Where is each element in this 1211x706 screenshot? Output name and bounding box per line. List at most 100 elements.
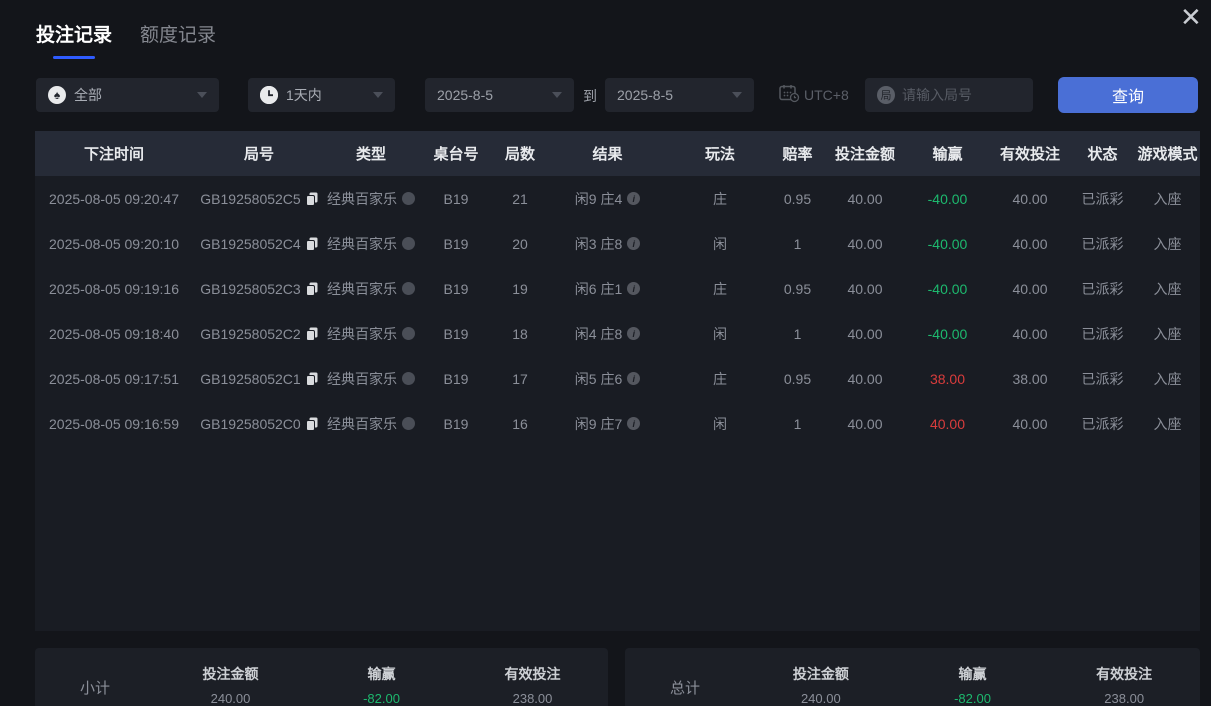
cell-text: 庄	[713, 190, 727, 207]
game-type-dropdown[interactable]: ♠ 全部	[36, 78, 219, 112]
column-header: 桌台号	[433, 146, 479, 163]
copy-icon[interactable]	[305, 372, 318, 386]
cell-round_no: 19	[495, 281, 545, 297]
cell-text: 经典百家乐	[327, 325, 397, 342]
cell-round: GB19258052C2	[193, 326, 325, 342]
summary-item-label: 投注金额	[202, 666, 259, 682]
cell-text: B19	[443, 235, 469, 252]
cell-round_no: 17	[495, 371, 545, 387]
info-icon[interactable]: i	[627, 327, 641, 340]
cell-status: 已派彩	[1070, 324, 1135, 344]
copy-icon[interactable]	[305, 192, 318, 206]
cell-text: GB19258052C0	[200, 415, 301, 432]
cell-time: 2025-08-05 09:19:16	[35, 281, 193, 297]
cell-text: 2025-08-05 09:16:59	[49, 415, 179, 432]
chevron-down-icon	[373, 92, 383, 98]
summary-item-label: 输赢	[958, 666, 987, 682]
cell-text: 40.00	[847, 235, 883, 252]
cell-time: 2025-08-05 09:18:40	[35, 326, 193, 342]
info-icon[interactable]: i	[627, 417, 641, 430]
subtotal-label: 小计	[79, 680, 110, 697]
copy-icon[interactable]	[305, 237, 318, 251]
summary-item-label: 投注金额	[792, 666, 849, 682]
cell-valid_bet: 40.00	[990, 191, 1070, 207]
info-icon[interactable]: i	[627, 237, 641, 250]
subtotal-panel: 小计 投注金额 240.00 输赢 -82.00 有效投注 238.00	[35, 648, 608, 706]
cell-play: 闲	[670, 414, 770, 434]
cell-text: 闲5 庄6	[574, 370, 623, 387]
cell-bet: 40.00	[825, 416, 905, 432]
cell-time: 2025-08-05 09:16:59	[35, 416, 193, 432]
cell-valid_bet: 40.00	[990, 326, 1070, 342]
cell-time: 2025-08-05 09:17:51	[35, 371, 193, 387]
copy-icon[interactable]	[305, 282, 318, 296]
cell-text: 40.00	[847, 415, 883, 432]
cell-text: 38.00	[1012, 370, 1048, 387]
calendar-clock-icon	[779, 84, 800, 106]
info-icon[interactable]: i	[627, 192, 641, 205]
summary-item: 投注金额 240.00	[155, 664, 306, 706]
cell-win_loss: -40.00	[905, 191, 990, 207]
cell-play: 庄	[670, 189, 770, 209]
cell-text: 经典百家乐	[327, 415, 397, 432]
cell-text: 1	[793, 235, 802, 252]
summary-item: 有效投注 238.00	[1048, 664, 1200, 706]
cell-text: GB19258052C4	[200, 235, 301, 252]
cell-text: 已派彩	[1081, 235, 1124, 252]
cell-win_loss: 38.00	[905, 371, 990, 387]
round-input[interactable]	[902, 87, 1012, 103]
summary-item: 输赢 -82.00	[897, 664, 1049, 706]
cell-text: 经典百家乐	[327, 190, 397, 207]
cell-valid_bet: 40.00	[990, 416, 1070, 432]
cell-round_no: 20	[495, 236, 545, 252]
cell-mode: 入座	[1135, 324, 1200, 344]
cell-mode: 入座	[1135, 414, 1200, 434]
cell-mode: 入座	[1135, 189, 1200, 209]
copy-icon[interactable]	[305, 327, 318, 341]
tab-quota-records[interactable]: 额度记录	[140, 20, 216, 59]
close-icon[interactable]: ✕	[1180, 4, 1202, 30]
cell-result: 闲6 庄1 i	[545, 279, 670, 299]
cell-text: 40.00	[1012, 235, 1048, 252]
cell-text: GB19258052C2	[200, 325, 301, 342]
cell-text: 闲9 庄7	[574, 415, 623, 432]
summary-item-value: 238.00	[1104, 691, 1145, 706]
cell-text: 入座	[1153, 190, 1182, 207]
cell-text: 经典百家乐	[327, 235, 397, 252]
cell-type: 经典百家乐	[325, 234, 417, 254]
time-range-dropdown[interactable]: 1天内	[248, 78, 395, 112]
cell-type: 经典百家乐	[325, 414, 417, 434]
tab-bet-records[interactable]: 投注记录	[36, 20, 112, 59]
date-from-dropdown[interactable]: 2025-8-5	[425, 78, 574, 112]
search-button[interactable]: 查询	[1058, 77, 1198, 113]
date-to-dropdown[interactable]: 2025-8-5	[605, 78, 754, 112]
column-header: 局号	[243, 146, 274, 163]
cell-text: 入座	[1153, 235, 1182, 252]
cell-type: 经典百家乐	[325, 279, 417, 299]
cell-text: 2025-08-05 09:17:51	[49, 370, 179, 387]
copy-icon[interactable]	[305, 417, 318, 431]
cell-text: 入座	[1153, 370, 1182, 387]
cell-text: 已派彩	[1081, 190, 1124, 207]
info-icon[interactable]: i	[627, 282, 641, 295]
cell-result: 闲5 庄6 i	[545, 369, 670, 389]
cell-text: 2025-08-05 09:18:40	[49, 325, 179, 342]
cell-text: 庄	[713, 280, 727, 297]
column-header: 有效投注	[999, 146, 1060, 163]
cell-time: 2025-08-05 09:20:10	[35, 236, 193, 252]
cell-text: GB19258052C1	[200, 370, 301, 387]
cell-text: 经典百家乐	[327, 370, 397, 387]
summary-item-label: 有效投注	[504, 666, 561, 682]
replay-icon	[402, 237, 415, 250]
cell-odds: 1	[770, 326, 825, 342]
cell-table_no: B19	[417, 416, 495, 432]
cell-text: 2025-08-05 09:19:16	[49, 280, 179, 297]
cell-round: GB19258052C1	[193, 371, 325, 387]
cell-text: GB19258052C3	[200, 280, 301, 297]
chevron-down-icon	[197, 92, 207, 98]
cell-bet: 40.00	[825, 326, 905, 342]
clock-icon	[260, 86, 278, 104]
cell-text: -40.00	[927, 280, 968, 297]
info-icon[interactable]: i	[627, 372, 641, 385]
game-type-value: 全部	[74, 87, 102, 103]
